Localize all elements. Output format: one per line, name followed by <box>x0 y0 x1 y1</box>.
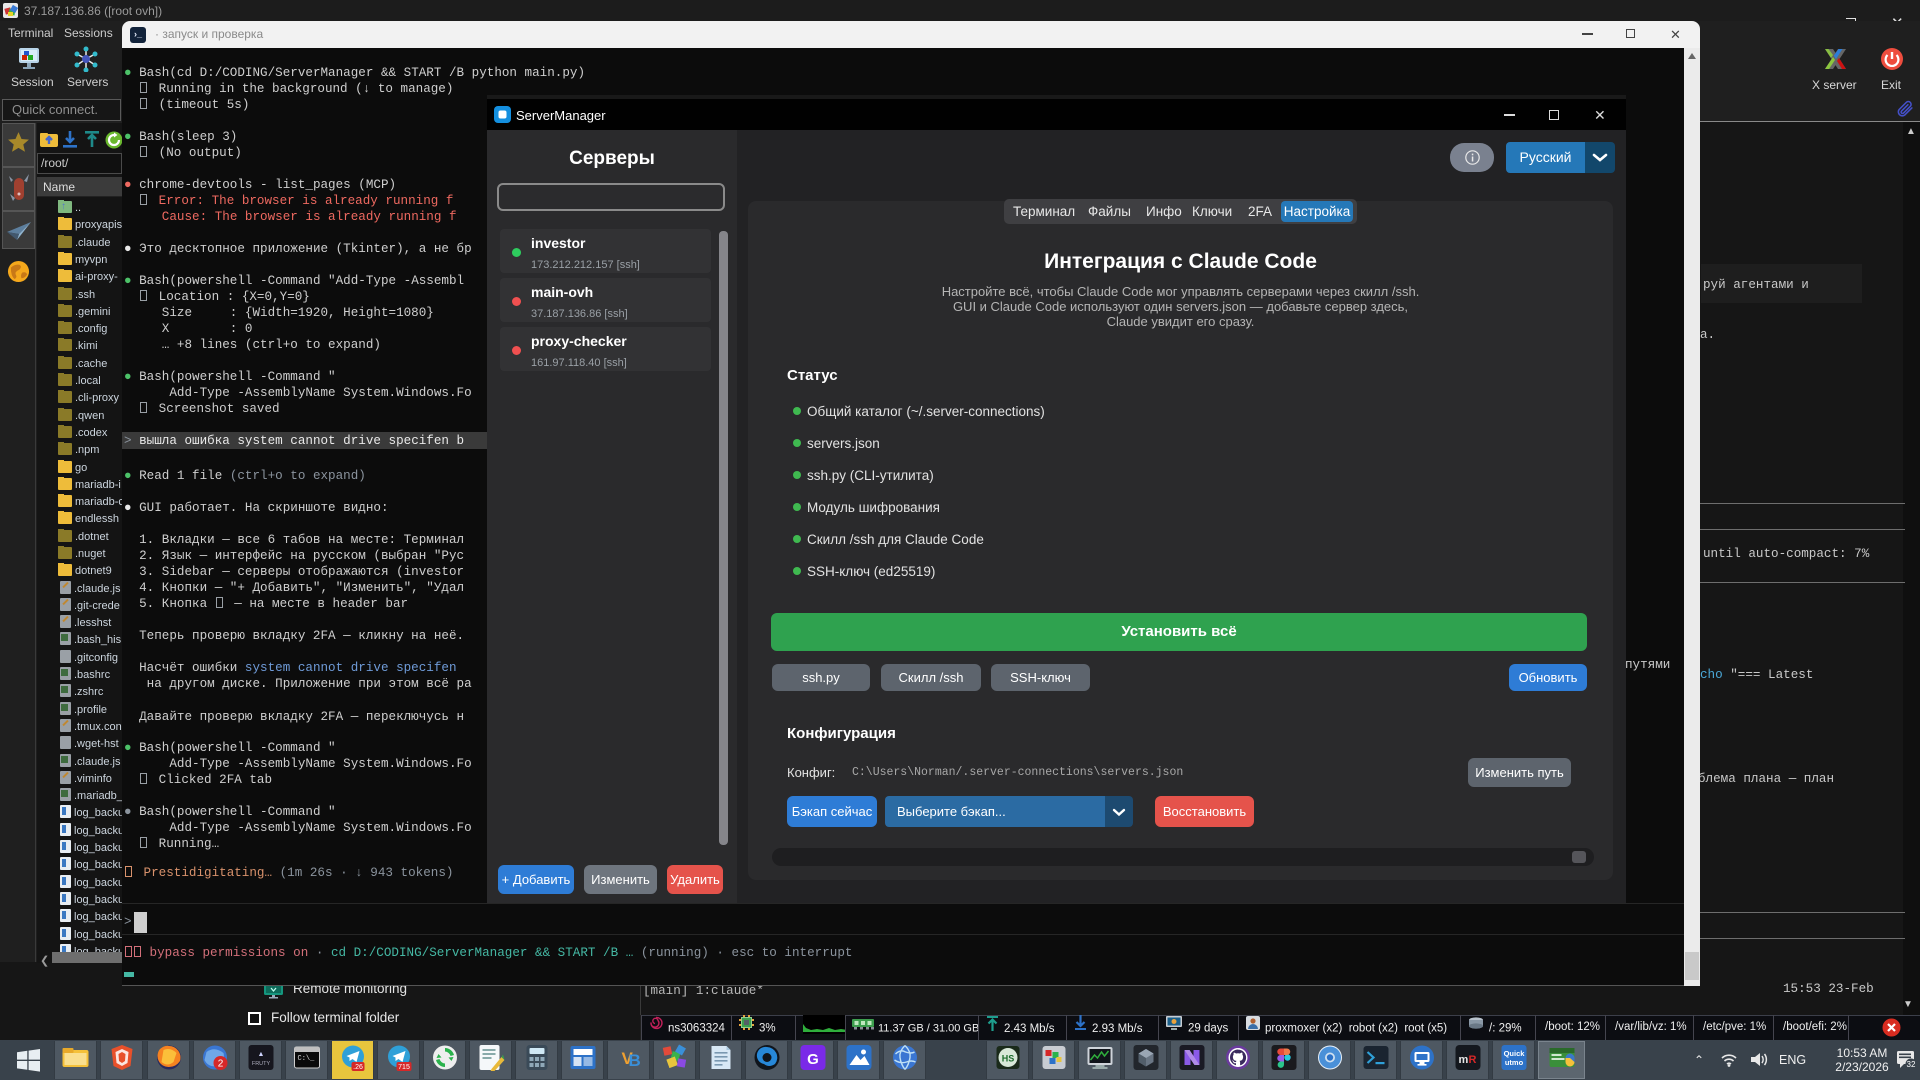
svg-text:B: B <box>628 1051 640 1070</box>
svg-text:utmo: utmo <box>1504 1058 1523 1067</box>
svg-text:32: 32 <box>1907 1060 1916 1069</box>
svg-text:HS: HS <box>1001 1054 1014 1064</box>
svg-text:715: 715 <box>398 1064 410 1071</box>
svg-text:FRUTY: FRUTY <box>251 1061 270 1067</box>
svg-text:R: R <box>1468 1054 1476 1066</box>
svg-text:2: 2 <box>217 1059 223 1070</box>
svg-text:G: G <box>807 1051 819 1068</box>
svg-text:Quick: Quick <box>1503 1049 1525 1058</box>
svg-text:C:\_: C:\_ <box>297 1055 315 1063</box>
svg-text:.26: .26 <box>353 1064 363 1071</box>
svg-text:▲: ▲ <box>257 1051 264 1058</box>
svg-text:m: m <box>1458 1054 1468 1066</box>
